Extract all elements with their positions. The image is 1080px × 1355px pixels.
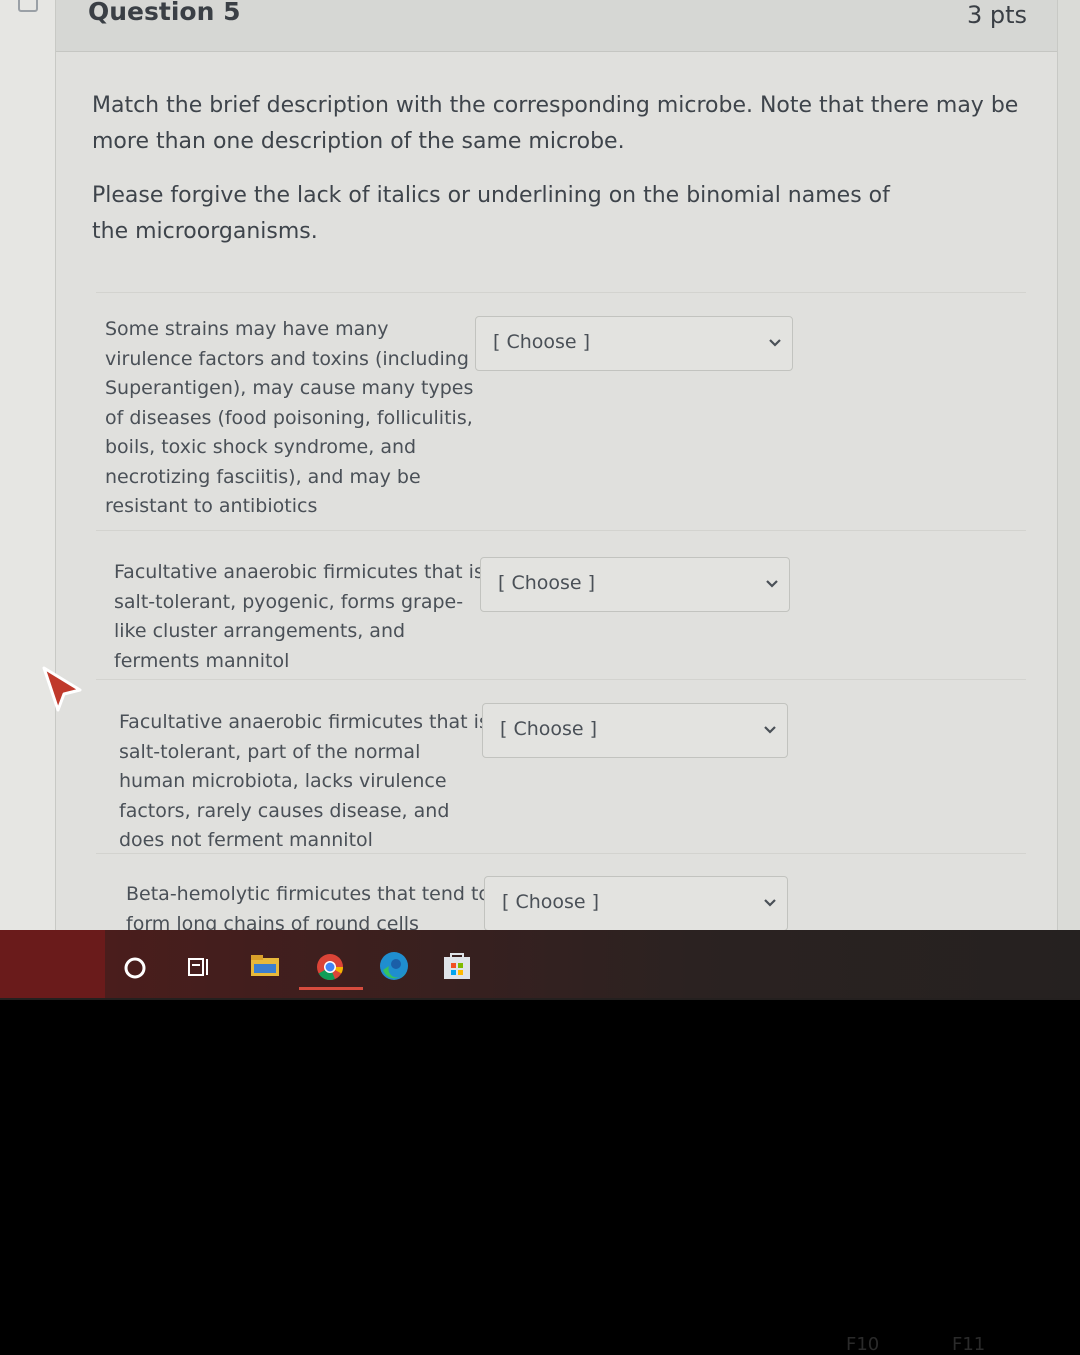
question-title: Question 5: [88, 0, 241, 26]
keyboard-key-f10: F10: [846, 1334, 880, 1355]
answer-select[interactable]: [ Choose ]: [475, 316, 793, 371]
question-points: 3 pts: [966, 1, 1027, 29]
chevron-down-icon: [764, 726, 776, 734]
divider: [96, 853, 1026, 854]
chevron-down-icon: [769, 339, 781, 347]
divider: [96, 679, 1026, 680]
answer-select[interactable]: [ Choose ]: [480, 557, 790, 612]
taskbar-start-area: [0, 930, 105, 998]
select-value: [ Choose ]: [493, 331, 591, 353]
chevron-down-icon: [766, 580, 778, 588]
select-value: [ Choose ]: [500, 718, 598, 740]
answer-select[interactable]: [ Choose ]: [484, 876, 788, 931]
keyboard-key-f11: F11: [952, 1334, 986, 1355]
edge-icon[interactable]: [377, 948, 411, 982]
active-app-indicator: [299, 987, 363, 990]
divider: [96, 530, 1026, 531]
match-prompt: Facultative anaerobic firmicutes that is…: [114, 561, 484, 672]
select-value: [ Choose ]: [502, 891, 600, 913]
mouse-pointer-icon: [42, 666, 82, 712]
question-header: Question 5 3 pts: [56, 0, 1057, 52]
divider: [96, 292, 1026, 293]
select-value: [ Choose ]: [498, 572, 596, 594]
match-prompt: Some strains may have many virulence fac…: [105, 318, 474, 517]
match-prompt: Facultative anaerobic firmicutes that is…: [119, 711, 489, 851]
chevron-down-icon: [764, 899, 776, 907]
question-note: Please forgive the lack of italics or un…: [92, 183, 890, 244]
flag-question-icon[interactable]: [18, 0, 38, 12]
store-icon[interactable]: [440, 948, 474, 982]
question-instructions: Match the brief description with the cor…: [92, 93, 1019, 154]
question-card: Question 5 3 pts Match the brief descrip…: [55, 0, 1058, 945]
chrome-icon[interactable]: [313, 948, 347, 982]
task-view-icon[interactable]: [182, 948, 216, 982]
windows-taskbar: [0, 930, 1080, 1000]
browser-viewport: Question 5 3 pts Match the brief descrip…: [0, 0, 1080, 945]
search-circle-icon[interactable]: [118, 948, 152, 982]
answer-select[interactable]: [ Choose ]: [482, 703, 788, 758]
page-gutter: [0, 0, 55, 945]
file-explorer-icon[interactable]: [248, 948, 282, 982]
